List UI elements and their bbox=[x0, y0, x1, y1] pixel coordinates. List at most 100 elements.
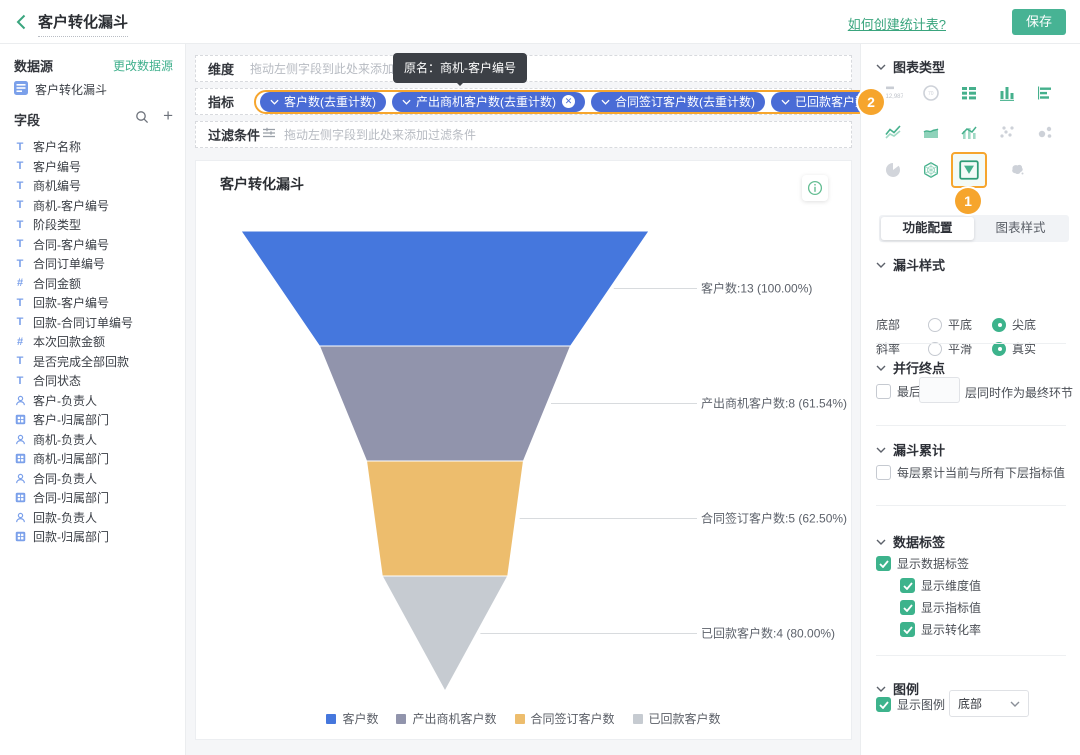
legend-item[interactable]: 合同签订客户数 bbox=[515, 710, 615, 727]
field-item[interactable]: T合同-客户编号 bbox=[0, 235, 185, 255]
search-icon[interactable] bbox=[135, 110, 149, 124]
field-item[interactable]: 商机-归属部门 bbox=[0, 449, 185, 469]
legend-position-dropdown[interactable]: 底部 bbox=[949, 690, 1029, 717]
field-item[interactable]: 合同-归属部门 bbox=[0, 488, 185, 508]
gauge-chart-icon[interactable]: 70 bbox=[921, 83, 941, 103]
metric-dropzone[interactable]: 指标 客户数(去重计数) 产出商机客户数(去重计数) ✕ 合同签订客户数(去重计… bbox=[195, 88, 852, 115]
field-item[interactable]: T回款-合同订单编号 bbox=[0, 313, 185, 333]
map-chart-icon[interactable] bbox=[1007, 160, 1027, 180]
chevron-down-icon bbox=[876, 365, 886, 371]
number-field-icon: # bbox=[14, 277, 26, 289]
add-field-icon[interactable]: + bbox=[163, 107, 173, 125]
funnel-chart[interactable]: 客户数:13 (100.00%)产出商机客户数:8 (61.54%)合同签订客户… bbox=[196, 161, 853, 741]
metric-pill[interactable]: 产出商机客户数(去重计数) ✕ bbox=[392, 92, 585, 112]
cumulative-checkbox[interactable] bbox=[876, 465, 891, 480]
legend-item[interactable]: 已回款客户数 bbox=[633, 710, 721, 727]
parallel-endpoint-section-header[interactable]: 并行终点 bbox=[876, 358, 945, 377]
tab-chart-style[interactable]: 图表样式 bbox=[974, 217, 1067, 240]
filter-dropzone[interactable]: 过滤条件 拖动左侧字段到此处来添加过滤条件 bbox=[195, 121, 852, 148]
radio-flat-bottom[interactable] bbox=[928, 318, 942, 332]
funnel-cumulative-section-header[interactable]: 漏斗累计 bbox=[876, 440, 945, 459]
funnel-data-label: 客户数:13 (100.00%) bbox=[701, 281, 812, 296]
data-label-section-header[interactable]: 数据标签 bbox=[876, 532, 945, 551]
field-item[interactable]: T客户编号 bbox=[0, 157, 185, 177]
field-item[interactable]: T回款-客户编号 bbox=[0, 293, 185, 313]
page-title[interactable]: 客户转化漏斗 bbox=[38, 11, 128, 37]
funnel-stage[interactable] bbox=[319, 346, 570, 461]
field-item[interactable]: T客户名称 bbox=[0, 137, 185, 157]
parallel-suffix: 层同时作为最终环节 bbox=[965, 384, 1073, 401]
chevron-down-icon[interactable] bbox=[601, 99, 610, 105]
show-legend-checkbox[interactable] bbox=[876, 697, 891, 712]
text-field-icon: T bbox=[14, 199, 26, 211]
remove-metric-icon[interactable]: ✕ bbox=[562, 95, 575, 108]
area-chart-icon[interactable] bbox=[921, 122, 941, 142]
cumulative-checkbox-row: 每层累计当前与所有下层指标值 bbox=[876, 464, 1065, 481]
field-item[interactable]: 合同-负责人 bbox=[0, 469, 185, 489]
show-metric-value-checkbox[interactable] bbox=[900, 600, 915, 615]
funnel-stage[interactable] bbox=[367, 461, 524, 576]
tab-function-config[interactable]: 功能配置 bbox=[881, 217, 974, 240]
bubble-chart-icon[interactable] bbox=[1035, 122, 1055, 142]
field-item[interactable]: 客户-归属部门 bbox=[0, 410, 185, 430]
panel-tabs: 功能配置 图表样式 bbox=[879, 215, 1069, 242]
legend-swatch bbox=[515, 714, 525, 724]
table-chart-icon[interactable] bbox=[959, 83, 979, 103]
radio-pointed-bottom[interactable] bbox=[992, 318, 1006, 332]
field-item[interactable]: 回款-负责人 bbox=[0, 508, 185, 528]
config-panel: 图表类型 12,987 70 功能配置 图表样式 漏斗样式 bbox=[860, 44, 1080, 755]
metric-pill[interactable]: 客户数(去重计数) bbox=[260, 92, 386, 112]
show-dimension-value-checkbox[interactable] bbox=[900, 578, 915, 593]
field-item[interactable]: T合同状态 bbox=[0, 371, 185, 391]
scatter-chart-icon[interactable] bbox=[997, 122, 1017, 142]
change-datasource-link[interactable]: 更改数据源 bbox=[113, 57, 173, 74]
dept-field-icon bbox=[14, 531, 26, 542]
field-item[interactable]: T是否完成全部回款 bbox=[0, 352, 185, 372]
field-list: T客户名称 T客户编号 T商机编号 T商机-客户编号 T阶段类型 T合同-客户编… bbox=[0, 137, 185, 547]
user-field-icon bbox=[14, 434, 26, 445]
chevron-down-icon[interactable] bbox=[781, 99, 790, 105]
kpi-chart-icon[interactable]: 12,987 bbox=[883, 83, 903, 103]
field-item[interactable]: T阶段类型 bbox=[0, 215, 185, 235]
text-field-icon: T bbox=[14, 219, 26, 231]
chart-type-section-header[interactable]: 图表类型 bbox=[876, 57, 945, 76]
show-conversion-rate-checkbox[interactable] bbox=[900, 622, 915, 637]
text-field-icon: T bbox=[14, 160, 26, 172]
field-item[interactable]: #合同金额 bbox=[0, 274, 185, 294]
chevron-down-icon[interactable] bbox=[402, 99, 411, 105]
bar-chart-icon[interactable] bbox=[1035, 83, 1055, 103]
funnel-style-section-header[interactable]: 漏斗样式 bbox=[876, 255, 945, 274]
combo-chart-icon[interactable] bbox=[959, 122, 979, 142]
field-item[interactable]: 客户-负责人 bbox=[0, 391, 185, 411]
show-legend-row: 显示图例 bbox=[876, 696, 945, 713]
dept-field-icon bbox=[14, 414, 26, 425]
chevron-down-icon[interactable] bbox=[270, 99, 279, 105]
save-button[interactable]: 保存 bbox=[1012, 9, 1066, 35]
user-field-icon bbox=[14, 395, 26, 406]
parallel-layers-input[interactable] bbox=[919, 377, 960, 403]
field-item[interactable]: 商机-负责人 bbox=[0, 430, 185, 450]
text-field-icon: T bbox=[14, 141, 26, 153]
radar-chart-icon[interactable] bbox=[921, 160, 941, 180]
show-metric-value-row: 显示指标值 bbox=[900, 599, 981, 616]
field-item[interactable]: T合同订单编号 bbox=[0, 254, 185, 274]
parallel-checkbox[interactable] bbox=[876, 384, 891, 399]
metric-pill[interactable]: 合同签订客户数(去重计数) bbox=[591, 92, 765, 112]
back-icon[interactable] bbox=[12, 12, 32, 32]
datasource-item[interactable]: 客户转化漏斗 bbox=[14, 81, 107, 98]
funnel-stage[interactable] bbox=[241, 231, 649, 346]
field-item[interactable]: T商机-客户编号 bbox=[0, 196, 185, 216]
field-item[interactable]: T商机编号 bbox=[0, 176, 185, 196]
legend-item[interactable]: 产出商机客户数 bbox=[396, 710, 496, 727]
help-link[interactable]: 如何创建统计表? bbox=[848, 14, 946, 33]
pie-chart-icon[interactable] bbox=[883, 160, 903, 180]
legend-swatch bbox=[633, 714, 643, 724]
datasource-name: 客户转化漏斗 bbox=[35, 81, 107, 98]
legend-item[interactable]: 客户数 bbox=[326, 710, 378, 727]
column-chart-icon[interactable] bbox=[997, 83, 1017, 103]
show-data-label-checkbox[interactable] bbox=[876, 556, 891, 571]
line-chart-icon[interactable] bbox=[883, 122, 903, 142]
funnel-chart-icon-selected[interactable] bbox=[951, 152, 987, 188]
field-item[interactable]: 回款-归属部门 bbox=[0, 527, 185, 547]
field-item[interactable]: #本次回款金额 bbox=[0, 332, 185, 352]
